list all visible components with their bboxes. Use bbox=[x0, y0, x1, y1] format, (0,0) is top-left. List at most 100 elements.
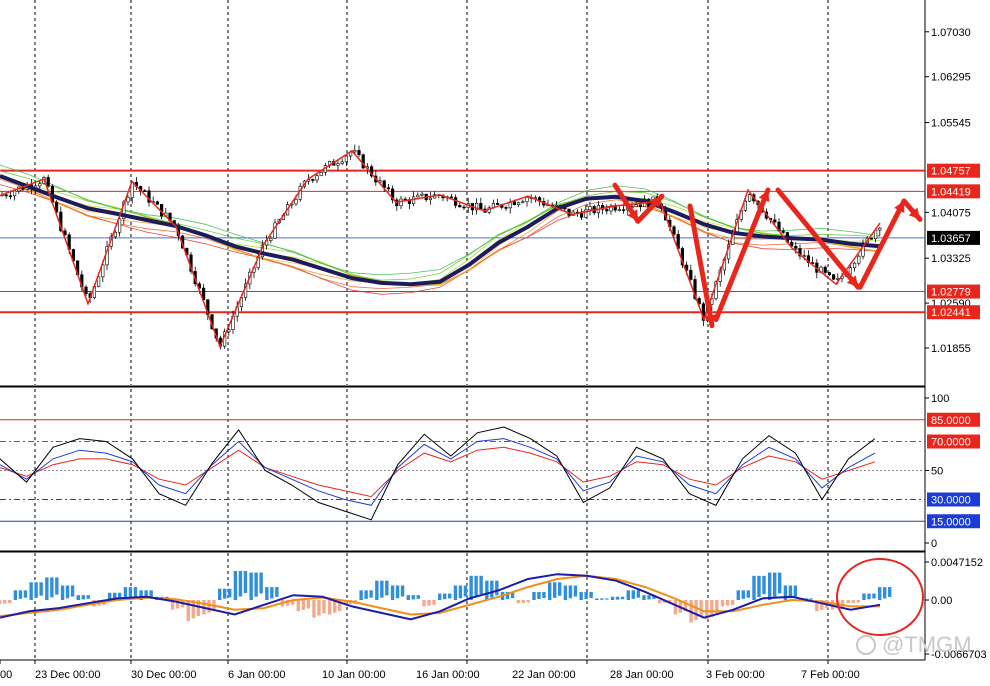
trading-chart[interactable]: 1.070301.062951.055451.040751.033251.025… bbox=[0, 0, 990, 686]
candle bbox=[852, 261, 857, 272]
osc-level-label: 15.0000 bbox=[931, 516, 971, 528]
macd-pane[interactable] bbox=[0, 558, 924, 636]
macd-hist-bar bbox=[757, 575, 761, 598]
candle-body bbox=[521, 201, 525, 204]
candle bbox=[747, 193, 752, 203]
candle-body bbox=[504, 207, 508, 209]
candle-body bbox=[823, 266, 827, 273]
candle-body bbox=[525, 197, 529, 202]
oscillator-pane[interactable] bbox=[0, 419, 925, 522]
candle-body bbox=[689, 269, 693, 280]
candle-body bbox=[831, 274, 836, 280]
macd-hist-bar bbox=[725, 600, 730, 606]
grid-lines bbox=[34, 0, 829, 660]
candles bbox=[0, 144, 882, 350]
macd-hist-bar bbox=[626, 590, 630, 600]
candle bbox=[399, 195, 403, 210]
candle bbox=[495, 198, 500, 205]
macd-hist-bar bbox=[45, 577, 49, 600]
macd-hist-bar bbox=[741, 590, 745, 599]
macd-hist-bar bbox=[0, 600, 2, 605]
candle-body bbox=[747, 194, 752, 202]
macd-hist-bar bbox=[673, 600, 678, 615]
candle-body bbox=[38, 183, 42, 187]
candle bbox=[462, 205, 466, 211]
candle bbox=[386, 183, 391, 191]
candle-body bbox=[8, 195, 13, 198]
macd-hist-bar bbox=[736, 590, 740, 600]
macd-hist-bar bbox=[883, 587, 887, 599]
candle bbox=[479, 197, 483, 210]
candle bbox=[134, 176, 139, 191]
macd-hist-bar bbox=[474, 575, 478, 598]
time-axis[interactable]: 00 23 Dec 00:00 30 Dec 00:00 6 Jan 00:00 10 … bbox=[0, 660, 860, 681]
level-tag-label: 1.04757 bbox=[931, 166, 971, 178]
candle bbox=[147, 186, 151, 207]
macd-hist-bar bbox=[532, 591, 536, 600]
macd-hist-bar bbox=[579, 591, 583, 600]
macd-hist-bar bbox=[521, 600, 525, 603]
macd-hist-bar bbox=[746, 590, 750, 598]
candle-body bbox=[319, 171, 323, 177]
macd-hist-bar bbox=[658, 600, 662, 604]
candle bbox=[432, 191, 437, 199]
level-tag-label: 1.02441 bbox=[931, 307, 971, 319]
candle-body bbox=[638, 204, 642, 208]
macd-hist-bar bbox=[453, 585, 458, 600]
candle bbox=[878, 226, 882, 236]
candle-body bbox=[449, 196, 454, 199]
candle-body bbox=[113, 231, 117, 238]
candle bbox=[311, 178, 315, 184]
candle-body bbox=[827, 272, 831, 275]
candle bbox=[521, 199, 525, 204]
macd-hist-bar bbox=[416, 595, 420, 599]
candle-body bbox=[336, 163, 340, 166]
candle bbox=[827, 271, 831, 276]
macd-hist-bar bbox=[553, 582, 557, 598]
osc-level-label: 30.0000 bbox=[931, 495, 971, 507]
macd-hist-bar bbox=[888, 587, 892, 597]
macd-hist-bar bbox=[411, 595, 415, 600]
candle-body bbox=[516, 202, 521, 206]
macd-hist-bar bbox=[238, 570, 243, 597]
candle-body bbox=[495, 203, 500, 205]
candle bbox=[420, 192, 424, 197]
candle bbox=[579, 208, 584, 220]
macd-hist-bar bbox=[275, 587, 279, 597]
candle bbox=[357, 145, 361, 158]
macd-hist-bar bbox=[395, 585, 400, 599]
macd-hist-bar bbox=[385, 580, 389, 596]
candle-body bbox=[4, 194, 8, 197]
osc-tick-label: 50 bbox=[931, 466, 943, 478]
candle-body bbox=[579, 213, 584, 218]
macd-hist-bar bbox=[270, 587, 274, 599]
macd-hist-bar bbox=[636, 590, 640, 598]
macd-hist-bar bbox=[443, 593, 447, 600]
candle-body bbox=[554, 204, 558, 207]
candle-body bbox=[357, 150, 361, 156]
time-tick-label: 3 Feb 00:00 bbox=[706, 669, 765, 681]
macd-hist-bar bbox=[207, 600, 211, 613]
candle bbox=[831, 273, 836, 280]
macd-tick-label: 0.00 bbox=[931, 595, 952, 607]
macd-hist-bar bbox=[558, 582, 562, 596]
macd-hist-bar bbox=[301, 600, 305, 610]
price-pane[interactable] bbox=[0, 144, 925, 350]
candle-body bbox=[315, 175, 319, 181]
macd-hist-bar bbox=[647, 595, 651, 600]
macd-hist-bar bbox=[438, 593, 442, 600]
macd-hist-bar bbox=[60, 585, 65, 600]
candle-body bbox=[13, 190, 17, 197]
candle-body bbox=[353, 150, 357, 153]
candle bbox=[470, 203, 475, 216]
price-tick-label: 1.07030 bbox=[931, 27, 971, 39]
macd-hist-bar bbox=[867, 593, 871, 600]
macd-hist-bar bbox=[495, 580, 499, 596]
macd-hist-bar bbox=[249, 572, 253, 600]
price-axis[interactable]: 1.070301.062951.055451.040751.033251.025… bbox=[925, 27, 987, 661]
watermark-logo-ring bbox=[856, 635, 876, 655]
macd-hist-bar bbox=[81, 595, 85, 600]
macd-hist-bar bbox=[18, 590, 23, 599]
macd-hist-bar bbox=[872, 593, 876, 599]
candle-body bbox=[118, 218, 122, 233]
